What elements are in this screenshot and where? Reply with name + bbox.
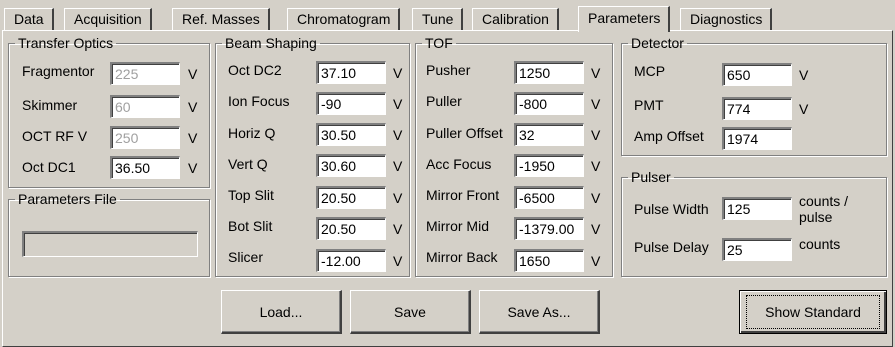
transfer-optics-title: Transfer Optics <box>18 35 114 51</box>
skimmer-label: Skimmer <box>22 97 78 113</box>
pusher-input[interactable]: 1250 <box>514 61 584 84</box>
pulse-width-label: Pulse Width <box>634 201 709 217</box>
skimmer-input[interactable]: 60 <box>110 95 180 118</box>
oct-rf-v-label: OCT RF V <box>22 128 88 144</box>
oct-rf-v-input[interactable]: 250 <box>110 126 180 149</box>
pulse-delay-unit: counts <box>799 236 841 252</box>
tab-chromatogram[interactable]: Chromatogram <box>287 8 401 30</box>
mcp-input[interactable]: 650 <box>722 63 792 86</box>
save-button[interactable]: Save <box>350 290 471 334</box>
amp-offset-input[interactable]: 1974 <box>722 127 792 150</box>
mirror-mid-input[interactable]: -1379.00 <box>514 217 584 240</box>
ion-focus-unit: V <box>393 96 403 112</box>
mirror-front-label: Mirror Front <box>426 187 500 203</box>
puller-unit: V <box>591 96 601 112</box>
pulse-width-unit-line2: pulse <box>799 209 833 225</box>
parameters-file-title: Parameters File <box>18 191 117 207</box>
ion-focus-label: Ion Focus <box>228 93 290 109</box>
amp-offset-label: Amp Offset <box>634 128 704 144</box>
detector-title: Detector <box>631 35 684 51</box>
oct-dc2-label: Oct DC2 <box>228 62 282 78</box>
beam-shaping-title: Beam Shaping <box>225 35 317 51</box>
mirror-front-unit: V <box>591 190 601 206</box>
bot-slit-unit: V <box>393 221 403 237</box>
puller-offset-unit: V <box>591 127 601 143</box>
acc-focus-input[interactable]: -1950 <box>514 154 584 177</box>
pmt-unit: V <box>799 101 809 117</box>
mirror-back-unit: V <box>591 253 601 269</box>
oct-dc1-unit: V <box>188 160 198 176</box>
oct-dc1-input[interactable]: 36.50 <box>110 156 180 179</box>
tof-title: TOF <box>425 35 453 51</box>
mcp-unit: V <box>799 67 809 83</box>
pmt-label: PMT <box>634 97 664 113</box>
oct-rf-v-unit: V <box>188 130 198 146</box>
tab-acquisition[interactable]: Acquisition <box>64 8 152 30</box>
top-slit-label: Top Slit <box>228 187 274 203</box>
vert-q-label: Vert Q <box>228 156 268 172</box>
pulse-width-input[interactable]: 125 <box>722 197 792 220</box>
tab-parameters[interactable]: Parameters <box>578 6 671 32</box>
bot-slit-label: Bot Slit <box>228 218 273 234</box>
show-standard-label: Show Standard <box>746 295 880 329</box>
horiz-q-label: Horiz Q <box>228 125 276 141</box>
horiz-q-unit: V <box>393 127 403 143</box>
vert-q-input[interactable]: 30.60 <box>316 154 386 177</box>
skimmer-unit: V <box>188 99 198 115</box>
save-as-button[interactable]: Save As... <box>479 290 600 334</box>
parameters-file-field[interactable] <box>22 231 198 257</box>
tab-ref-masses[interactable]: Ref. Masses <box>172 8 270 30</box>
pulse-delay-label: Pulse Delay <box>634 239 709 255</box>
tab-diagnostics[interactable]: Diagnostics <box>680 8 773 30</box>
tab-strip: Data Acquisition Ref. Masses Chromatogra… <box>4 6 890 32</box>
show-standard-button[interactable]: Show Standard <box>739 290 887 334</box>
tab-tune[interactable]: Tune <box>412 8 464 30</box>
acc-focus-unit: V <box>591 158 601 174</box>
top-slit-unit: V <box>393 190 403 206</box>
top-slit-input[interactable]: 20.50 <box>316 186 386 209</box>
acc-focus-label: Acc Focus <box>426 156 492 172</box>
puller-label: Puller <box>426 93 462 109</box>
vert-q-unit: V <box>393 158 403 174</box>
bot-slit-input[interactable]: 20.50 <box>316 217 386 240</box>
puller-offset-label: Puller Offset <box>426 125 503 141</box>
fragmentor-unit: V <box>188 66 198 82</box>
slicer-unit: V <box>393 253 403 269</box>
pusher-unit: V <box>591 65 601 81</box>
oct-dc2-unit: V <box>393 65 403 81</box>
pulser-title: Pulser <box>631 169 671 185</box>
mcp-label: MCP <box>634 63 666 79</box>
mirror-mid-label: Mirror Mid <box>426 218 489 234</box>
pusher-label: Pusher <box>426 62 471 78</box>
mirror-back-label: Mirror Back <box>426 249 498 265</box>
mirror-mid-unit: V <box>591 221 601 237</box>
mirror-front-input[interactable]: -6500 <box>514 186 584 209</box>
mirror-back-input[interactable]: 1650 <box>514 249 584 272</box>
slicer-input[interactable]: -12.00 <box>316 249 386 272</box>
pulse-width-unit-line1: counts / <box>799 193 849 209</box>
tab-data[interactable]: Data <box>4 8 54 30</box>
pulse-width-unit: counts / pulse <box>799 193 848 225</box>
tab-calibration[interactable]: Calibration <box>472 8 559 30</box>
oct-dc2-input[interactable]: 37.10 <box>316 61 386 84</box>
pmt-input[interactable]: 774 <box>722 97 792 120</box>
horiz-q-input[interactable]: 30.50 <box>316 123 386 146</box>
oct-dc1-label: Oct DC1 <box>22 159 76 175</box>
puller-offset-input[interactable]: 32 <box>514 123 584 146</box>
pulse-delay-input[interactable]: 25 <box>722 238 792 261</box>
ion-focus-input[interactable]: -90 <box>316 92 386 115</box>
slicer-label: Slicer <box>228 249 264 265</box>
fragmentor-label: Fragmentor <box>22 63 95 79</box>
fragmentor-input[interactable]: 225 <box>110 62 180 85</box>
load-button[interactable]: Load... <box>221 290 342 334</box>
puller-input[interactable]: -800 <box>514 92 584 115</box>
